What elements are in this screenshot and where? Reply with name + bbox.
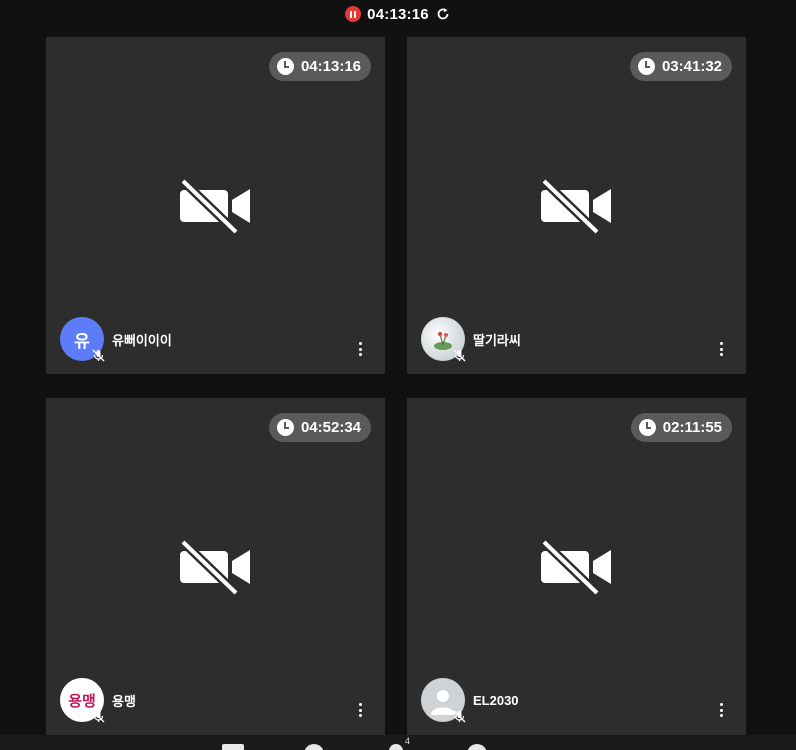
more-vert-icon[interactable] [716, 340, 726, 358]
participant-timer: 04:13:16 [300, 58, 361, 75]
more-vert-icon[interactable] [355, 340, 365, 358]
pause-record-icon[interactable] [345, 6, 362, 22]
participants-icon[interactable] [389, 744, 403, 750]
avatar [421, 678, 465, 722]
participant-tile[interactable]: 03:41:32 딸기라씨 [407, 37, 746, 374]
settings-icon[interactable] [467, 744, 487, 750]
avatar-initial: 유 [74, 331, 90, 351]
more-vert-icon[interactable] [355, 701, 365, 719]
participant-timer-badge: 04:52:34 [268, 413, 371, 442]
participant-tile[interactable]: 04:52:34 용맹 용맹 [46, 398, 385, 735]
mic-off-icon [90, 708, 106, 724]
participant-timer: 03:41:32 [661, 58, 722, 75]
camera-off-icon [540, 538, 611, 595]
recording-elapsed-time: 04:13:16 [367, 5, 429, 23]
clock-icon [638, 419, 656, 436]
participant-name: 유뻐이이이 [112, 332, 172, 348]
mic-off-icon [90, 347, 106, 363]
camera-off-icon [179, 538, 250, 595]
recording-status-bar: 04:13:16 [0, 0, 796, 28]
clock-icon [276, 419, 294, 436]
participant-name: EL2030 [473, 692, 519, 708]
participant-info: 유 유뻐이이이 [60, 317, 172, 361]
participant-tile[interactable]: 04:13:16 유 유뻐이이이 [46, 37, 385, 374]
chat-icon[interactable] [222, 744, 244, 750]
participants-count: 4 [405, 736, 411, 746]
participant-tile[interactable]: 02:11:55 EL2030 [407, 398, 746, 735]
participant-timer-badge: 04:13:16 [268, 52, 371, 81]
participant-info: EL2030 [421, 678, 519, 722]
bottom-control-bar: 4 [0, 735, 796, 750]
participant-info: 용맹 용맹 [60, 678, 136, 722]
participant-info: 딸기라씨 [421, 317, 521, 361]
mic-off-icon [451, 708, 467, 724]
participant-name: 용맹 [112, 693, 136, 709]
avatar: 유 [60, 317, 104, 361]
participant-timer-badge: 02:11:55 [630, 413, 732, 442]
emoji-icon[interactable] [304, 744, 324, 750]
participant-name: 딸기라씨 [473, 332, 521, 348]
clock-icon [637, 58, 655, 75]
camera-off-icon [179, 177, 250, 234]
refresh-icon[interactable] [435, 6, 451, 22]
participant-timer-badge: 03:41:32 [629, 52, 732, 81]
participant-timer: 04:52:34 [300, 419, 361, 436]
avatar [421, 317, 465, 361]
clock-icon [276, 58, 294, 75]
more-vert-icon[interactable] [716, 701, 726, 719]
participant-timer: 02:11:55 [662, 419, 722, 436]
mic-off-icon [451, 347, 467, 363]
avatar: 용맹 [60, 678, 104, 722]
camera-off-icon [540, 177, 611, 234]
